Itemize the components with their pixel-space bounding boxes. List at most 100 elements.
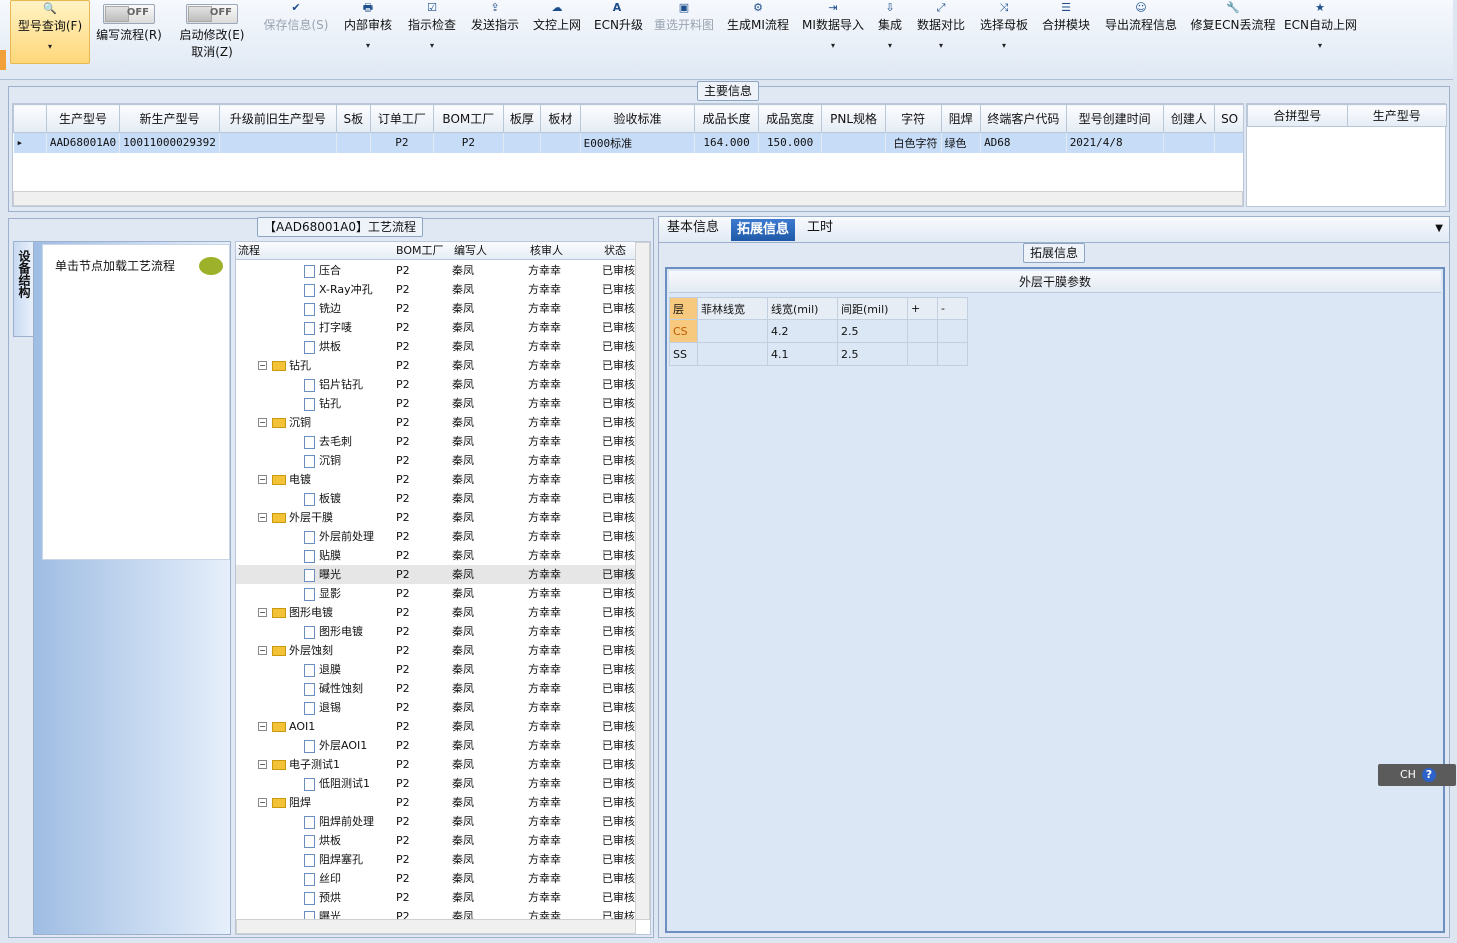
tree-row[interactable]: 图形电镀 P2 秦凤 方幸幸 已审核 — [236, 622, 636, 641]
add-column-button[interactable]: + — [907, 297, 938, 320]
horizontal-scrollbar[interactable] — [236, 919, 636, 934]
col-header[interactable]: 升级前旧生产型号 — [218, 104, 338, 133]
tree-row[interactable]: 烘板 P2 秦凤 方幸幸 已审核 — [236, 831, 636, 850]
tree-row[interactable]: − AOI1 P2 秦凤 方幸幸 已审核 — [236, 717, 636, 736]
collapse-icon[interactable]: − — [258, 513, 267, 522]
tree-row[interactable]: 去毛刺 P2 秦凤 方幸幸 已审核 — [236, 432, 636, 451]
collapse-icon[interactable]: − — [258, 608, 267, 617]
query-model-button[interactable]: 🔍 型号查询(F) ▾ — [10, 0, 90, 64]
tree-row[interactable]: 退膜 P2 秦凤 方幸幸 已审核 — [236, 660, 636, 679]
tab-work-hours[interactable]: 工时 — [801, 217, 839, 239]
table-row[interactable]: CS 4.2 2.5 — [669, 319, 968, 343]
table-row[interactable]: ▸ AAD68001A0 10011000029392 P2 P2 E000标准… — [13, 132, 1243, 153]
instruction-check-button[interactable]: ☑ 指示检查 ▾ — [406, 0, 458, 50]
col-header[interactable]: BOM工厂 — [433, 104, 504, 133]
col-header[interactable]: PNL规格 — [821, 104, 886, 133]
collapse-icon[interactable]: − — [258, 475, 267, 484]
tree-row[interactable]: 铝片钻孔 P2 秦凤 方幸幸 已审核 — [236, 375, 636, 394]
chevron-down-icon[interactable]: ▼ — [1435, 223, 1443, 234]
ime-language[interactable]: CH — [1400, 764, 1416, 786]
remove-column-button[interactable]: - — [937, 297, 968, 320]
col-header[interactable]: 生产型号 — [1346, 104, 1447, 127]
tree-row[interactable]: − 钻孔 P2 秦凤 方幸幸 已审核 — [236, 356, 636, 375]
tree-row[interactable]: 碱性蚀刻 P2 秦凤 方幸幸 已审核 — [236, 679, 636, 698]
tree-row[interactable]: 烘板 P2 秦凤 方幸幸 已审核 — [236, 337, 636, 356]
help-icon[interactable]: ? — [1422, 768, 1436, 782]
tree-row[interactable]: 打字唛 P2 秦凤 方幸幸 已审核 — [236, 318, 636, 337]
col-header[interactable]: 成品长度 — [694, 104, 759, 133]
tree-row[interactable]: − 外层蚀刻 P2 秦凤 方幸幸 已审核 — [236, 641, 636, 660]
collapse-icon[interactable]: − — [258, 798, 267, 807]
collapse-icon[interactable]: − — [258, 361, 267, 370]
merge-module-button[interactable]: ☰ 合拼模块 — [1040, 0, 1092, 33]
col-header[interactable]: SO — [1214, 104, 1243, 133]
col-header[interactable]: S板 — [336, 104, 371, 133]
select-mother-board-button[interactable]: ⤨ 选择母板 ▾ — [978, 0, 1030, 50]
tree-row[interactable]: 阻焊塞孔 P2 秦凤 方幸幸 已审核 — [236, 850, 636, 869]
send-instruction-button[interactable]: ⇪ 发送指示 — [470, 0, 520, 33]
tree-row[interactable]: 退锡 P2 秦凤 方幸幸 已审核 — [236, 698, 636, 717]
col-header[interactable]: 板厚 — [502, 104, 542, 133]
tree-row[interactable]: 外层前处理 P2 秦凤 方幸幸 已审核 — [236, 527, 636, 546]
tree-row[interactable]: 板镀 P2 秦凤 方幸幸 已审核 — [236, 489, 636, 508]
col-header[interactable]: 线宽(mil) — [767, 297, 838, 320]
col-header[interactable]: 流程 — [238, 242, 260, 258]
device-tree[interactable]: 单击节点加载工艺流程 — [42, 244, 230, 560]
data-compare-button[interactable]: ⤢ 数据对比 ▾ — [914, 0, 968, 50]
collapse-icon[interactable]: − — [258, 722, 267, 731]
col-header[interactable]: 间距(mil) — [837, 297, 908, 320]
col-header[interactable]: 编写人 — [454, 242, 487, 258]
col-header[interactable]: 合拼型号 — [1247, 104, 1348, 127]
col-header[interactable]: 验收标准 — [579, 104, 696, 133]
tab-basic-info[interactable]: 基本信息 — [661, 217, 725, 239]
collapse-icon[interactable]: − — [258, 646, 267, 655]
mi-import-button[interactable]: ⇥ MI数据导入 ▾ — [800, 0, 866, 50]
table-row[interactable]: SS 4.1 2.5 — [669, 342, 968, 366]
col-header[interactable]: 订单工厂 — [369, 104, 435, 133]
col-header[interactable]: 字符 — [884, 104, 942, 133]
tree-row[interactable]: − 沉铜 P2 秦凤 方幸幸 已审核 — [236, 413, 636, 432]
edit-process-toggle[interactable]: OFF 编写流程(R) — [94, 0, 164, 43]
col-header[interactable]: 创建人 — [1162, 104, 1216, 133]
col-header[interactable]: 核审人 — [530, 242, 563, 258]
col-header[interactable]: 层 — [669, 297, 698, 320]
tree-row[interactable]: 低阻测试1 P2 秦凤 方幸幸 已审核 — [236, 774, 636, 793]
col-header[interactable]: 板材 — [540, 104, 581, 133]
generate-mi-button[interactable]: ⚙ 生成MI流程 — [726, 0, 790, 33]
vertical-scrollbar[interactable] — [635, 242, 650, 920]
col-header[interactable]: 生产型号 — [45, 104, 121, 133]
ecn-upgrade-button[interactable]: A ECN升级 — [594, 0, 643, 33]
tree-row[interactable]: 丝印 P2 秦凤 方幸幸 已审核 — [236, 869, 636, 888]
tree-row[interactable]: 阻焊前处理 P2 秦凤 方幸幸 已审核 — [236, 812, 636, 831]
repair-ecn-button[interactable]: 🔧 修复ECN丢流程 — [1190, 0, 1276, 33]
start-modify-toggle[interactable]: OFF 启动修改(E) 取消(Z) — [176, 0, 248, 60]
col-header[interactable]: 菲林线宽 — [697, 297, 768, 320]
reselect-cutting-button[interactable]: ▣ 重选开料图 — [652, 0, 716, 33]
col-header[interactable]: 阻焊 — [940, 104, 982, 133]
tab-extended-info[interactable]: 拓展信息 — [731, 219, 796, 241]
tree-row[interactable]: 贴膜 P2 秦凤 方幸幸 已审核 — [236, 546, 636, 565]
tree-row[interactable]: X-Ray冲孔 P2 秦凤 方幸幸 已审核 — [236, 280, 636, 299]
tree-row[interactable]: 钻孔 P2 秦凤 方幸幸 已审核 — [236, 394, 636, 413]
tree-row[interactable]: − 阻焊 P2 秦凤 方幸幸 已审核 — [236, 793, 636, 812]
horizontal-scrollbar[interactable] — [13, 191, 1243, 206]
integrate-button[interactable]: ⇩ 集成 ▾ — [874, 0, 906, 50]
tree-row[interactable]: − 外层干膜 P2 秦凤 方幸幸 已审核 — [236, 508, 636, 527]
tree-row[interactable]: − 电镀 P2 秦凤 方幸幸 已审核 — [236, 470, 636, 489]
doc-online-button[interactable]: ☁ 文控上网 — [532, 0, 582, 33]
tree-row[interactable]: 外层AOI1 P2 秦凤 方幸幸 已审核 — [236, 736, 636, 755]
col-header[interactable]: 状态 — [604, 242, 626, 258]
internal-review-button[interactable]: 🖶 内部审核 ▾ — [342, 0, 394, 50]
tree-row[interactable]: 曝光 P2 秦凤 方幸幸 已审核 — [236, 565, 636, 584]
col-header[interactable]: 成品宽度 — [757, 104, 823, 133]
tree-row[interactable]: − 电子测试1 P2 秦凤 方幸幸 已审核 — [236, 755, 636, 774]
export-process-button[interactable]: ☺ 导出流程信息 — [1102, 0, 1180, 33]
collapse-icon[interactable]: − — [258, 760, 267, 769]
tree-row[interactable]: 预烘 P2 秦凤 方幸幸 已审核 — [236, 888, 636, 907]
col-header[interactable]: 终端客户代码 — [980, 104, 1067, 133]
ime-toolbar[interactable]: CH ? — [1378, 764, 1456, 786]
collapse-icon[interactable]: − — [258, 418, 267, 427]
ecn-auto-online-button[interactable]: ★ ECN自动上网 ▾ — [1284, 0, 1357, 50]
save-info-button[interactable]: ✔ 保存信息(S) — [262, 0, 330, 33]
tree-row[interactable]: 铣边 P2 秦凤 方幸幸 已审核 — [236, 299, 636, 318]
